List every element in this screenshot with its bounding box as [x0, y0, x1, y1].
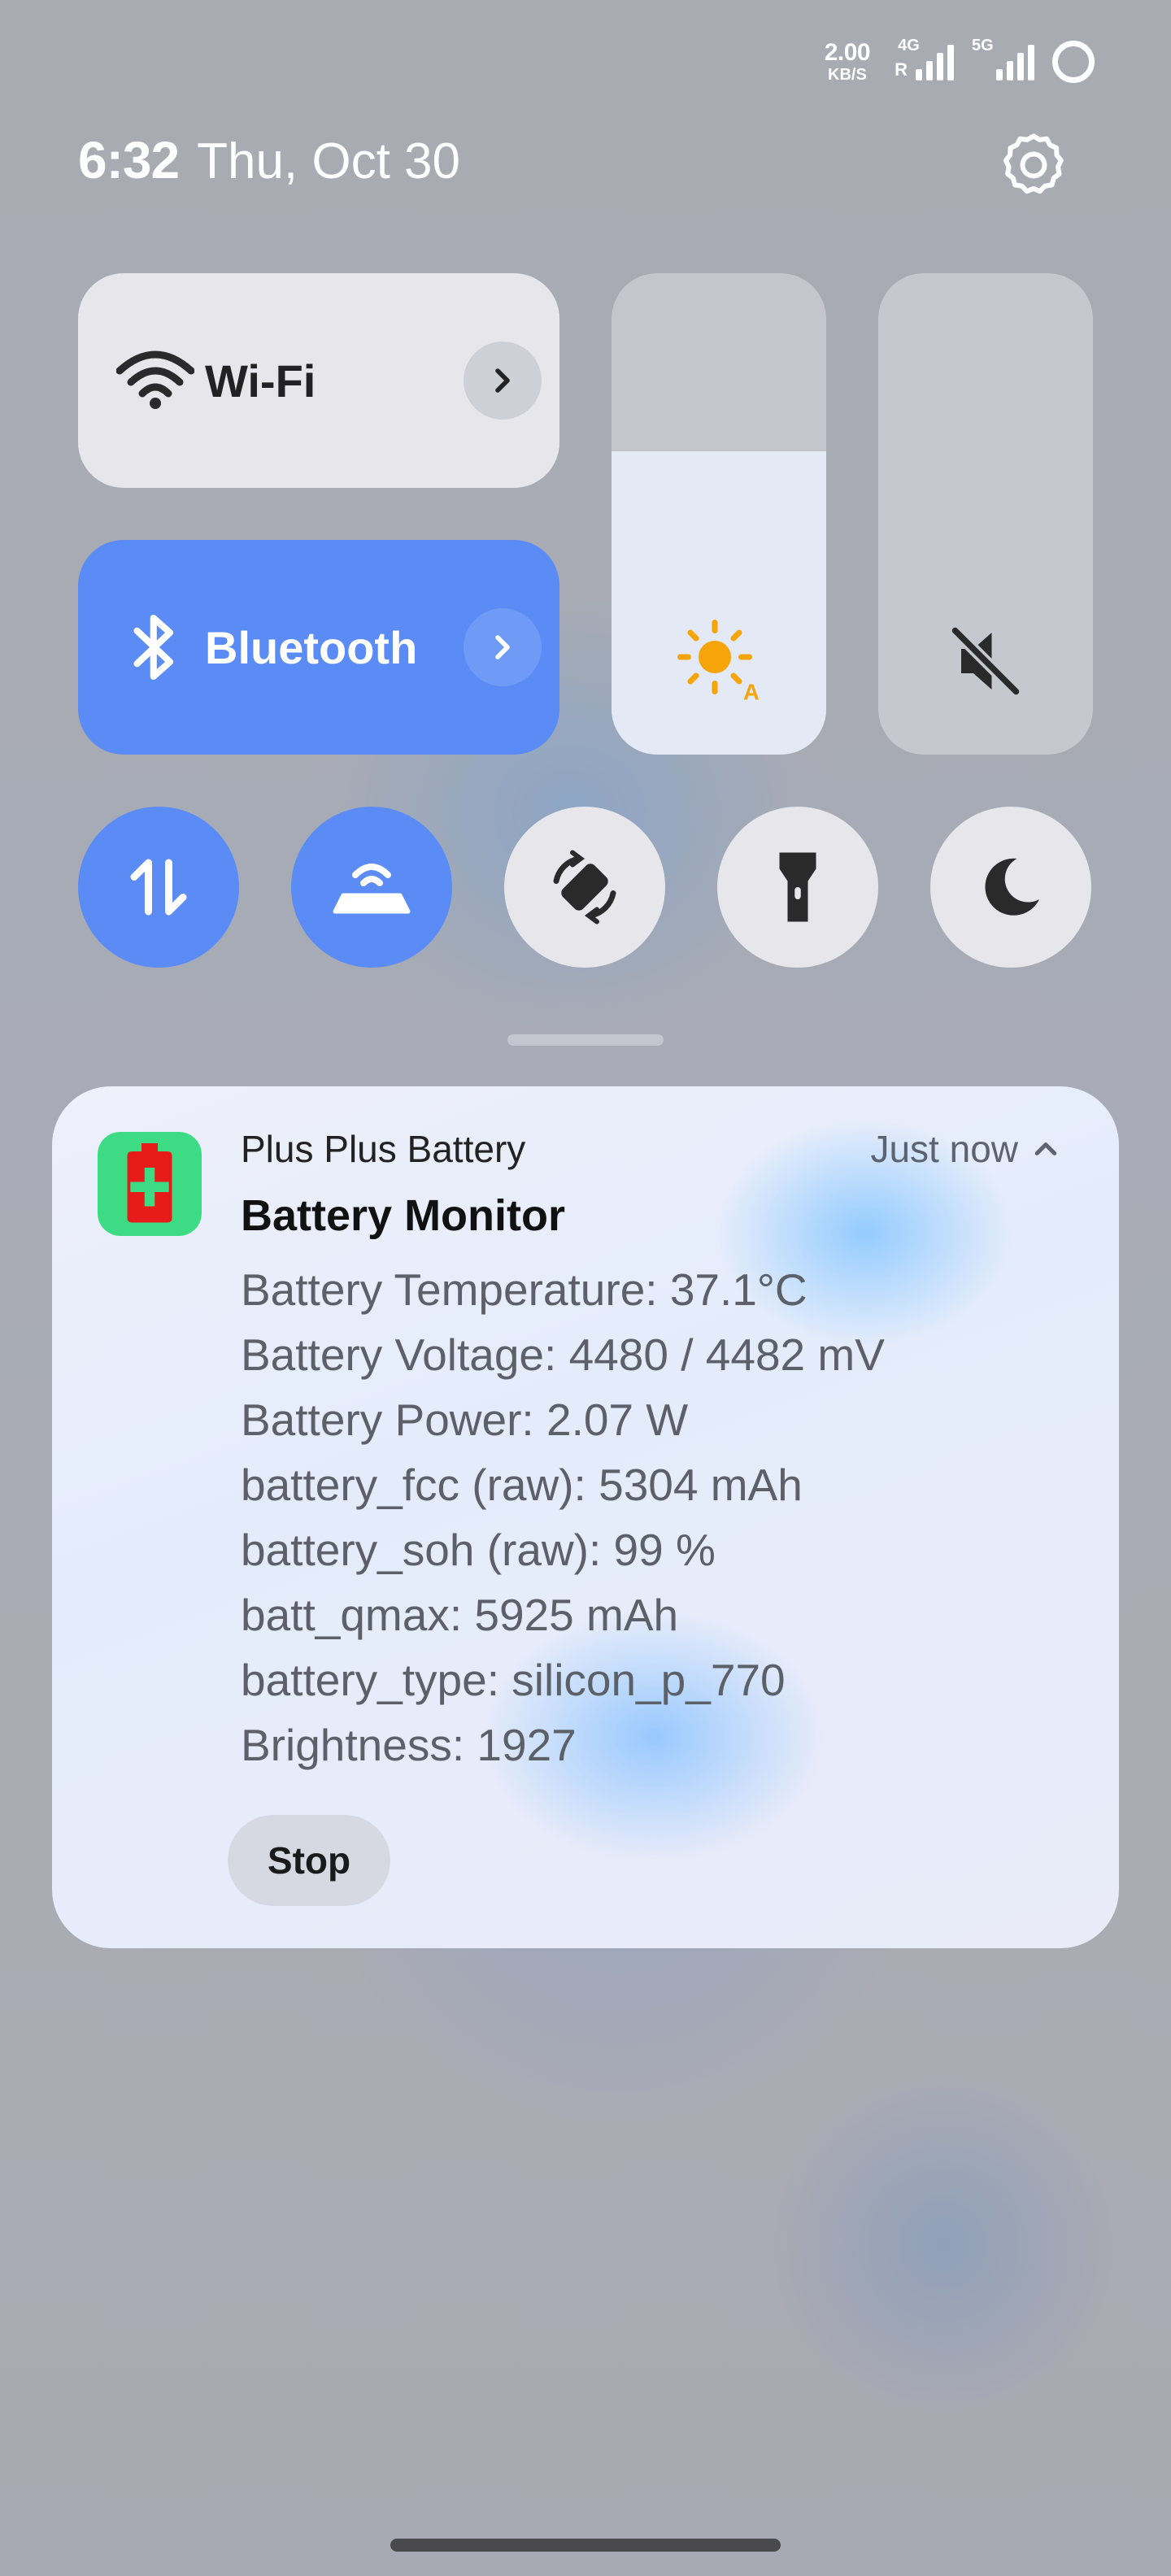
clock-date: 6:32 Thu, Oct 30 [78, 130, 460, 190]
bluetooth-expand-button[interactable] [464, 608, 542, 686]
chevron-right-icon [495, 368, 510, 393]
flashlight-icon [779, 852, 816, 922]
notification-line: batt_qmax: 5925 mAh [241, 1590, 679, 1640]
notification-line: Battery Power: 2.07 W [241, 1395, 689, 1445]
brightness-slider[interactable]: A [612, 273, 826, 755]
panel-drag-handle[interactable] [507, 1034, 664, 1046]
signal-sim1-icon: 4G R [888, 37, 954, 80]
hotspot-icon [333, 864, 411, 914]
volume-muted-icon [941, 616, 1030, 706]
notification-app-name: Plus Plus Battery [241, 1128, 526, 1170]
dark-mode-toggle[interactable] [930, 807, 1091, 968]
gesture-navigation-bar[interactable] [390, 2539, 781, 2552]
battery-ring-icon [1052, 41, 1095, 83]
brightness-slider-fill [612, 451, 826, 755]
clock-date-text: Thu, Oct 30 [197, 133, 461, 189]
settings-gear-icon[interactable] [997, 128, 1070, 202]
notification-line: Brightness: 1927 [241, 1720, 577, 1770]
clock-time: 6:32 [78, 131, 180, 189]
network-speed-unit: KB/S [828, 66, 867, 84]
chevron-up-icon[interactable] [1031, 1134, 1060, 1164]
signal-sim2-icon: 5G [972, 37, 1034, 80]
notification-line: Battery Voltage: 4480 / 4482 mV [241, 1329, 885, 1380]
wifi-expand-button[interactable] [464, 342, 542, 420]
volume-slider[interactable] [878, 273, 1093, 755]
auto-rotate-toggle[interactable] [504, 807, 665, 968]
mobile-data-toggle[interactable] [78, 807, 239, 968]
sim2-network-type: 5G [972, 37, 994, 54]
network-speed: 2.00 KB/S [824, 39, 871, 84]
sim1-roaming: R [895, 59, 908, 80]
hotspot-toggle[interactable] [291, 807, 452, 968]
network-speed-value: 2.00 [824, 39, 871, 66]
auto-brightness-icon: A [674, 616, 764, 706]
battery-notification[interactable]: Plus Plus Battery Just now Battery Monit… [52, 1086, 1119, 1948]
notification-body: Battery Temperature: 37.1°C Battery Volt… [241, 1257, 885, 1778]
auto-rotate-icon [553, 850, 616, 925]
stop-button[interactable]: Stop [228, 1815, 390, 1906]
notification-header-right[interactable]: Just now [870, 1127, 1060, 1171]
wifi-icon [111, 336, 200, 425]
wifi-tile[interactable]: Wi-Fi [78, 273, 559, 488]
bluetooth-label: Bluetooth [205, 621, 418, 673]
notification-line: battery_type: silicon_p_770 [241, 1655, 786, 1705]
notification-time: Just now [870, 1128, 1018, 1170]
flashlight-toggle[interactable] [717, 807, 878, 968]
status-bar: 2.00 KB/S 4G R 5G [825, 36, 1095, 88]
notification-line: battery_soh (raw): 99 % [241, 1525, 716, 1575]
notification-title: Battery Monitor [241, 1191, 566, 1240]
svg-text:A: A [743, 680, 760, 705]
battery-app-icon [98, 1132, 202, 1236]
notification-line: battery_fcc (raw): 5304 mAh [241, 1460, 803, 1510]
sim1-network-type: 4G [898, 37, 920, 54]
mobile-data-icon [130, 859, 187, 916]
notification-line: Battery Temperature: 37.1°C [241, 1264, 808, 1315]
bluetooth-tile[interactable]: Bluetooth [78, 540, 559, 755]
wifi-label: Wi-Fi [205, 355, 316, 407]
chevron-right-icon [495, 635, 510, 659]
moon-icon [985, 858, 1039, 916]
bluetooth-icon [111, 603, 200, 692]
